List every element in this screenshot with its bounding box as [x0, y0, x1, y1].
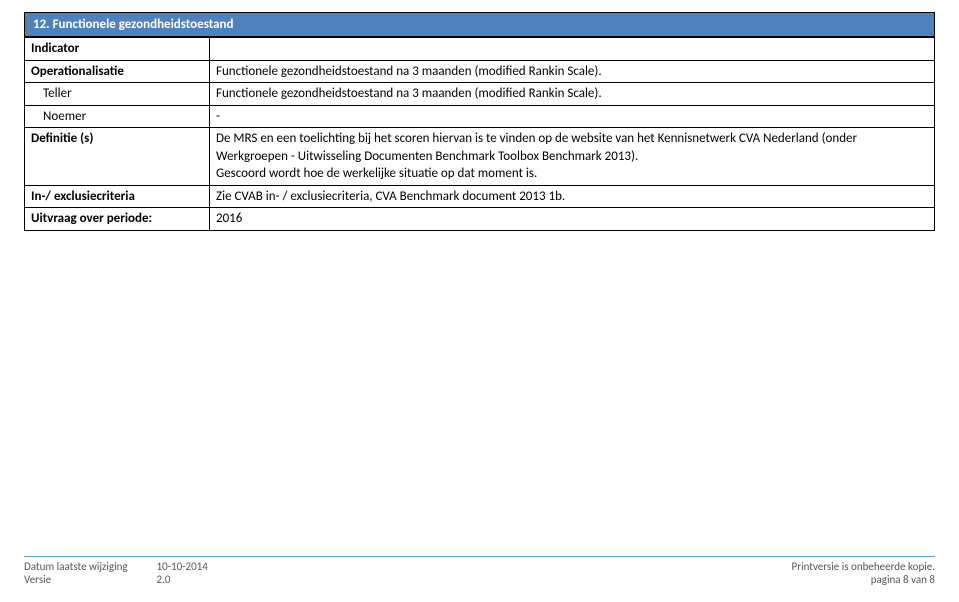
label-operationalisatie: Operationalisatie: [25, 60, 210, 83]
label-noemer: Noemer: [25, 105, 210, 128]
page-footer: Datum laatste wijziging 10-10-2014 Versi…: [24, 556, 935, 586]
footer-warning: Printversie is onbeheerde kopie.: [792, 560, 935, 573]
indicator-table: Indicator Operationalisatie Functionele …: [24, 37, 935, 231]
footer-version-value: 2.0: [157, 573, 171, 586]
footer-version-label: Versie: [24, 573, 154, 586]
value-operationalisatie: Functionele gezondheidstoestand na 3 maa…: [210, 60, 935, 83]
label-definitie: Definitie (s): [25, 128, 210, 186]
table-row: In-/ exclusiecriteria Zie CVAB in- / exc…: [25, 185, 935, 208]
value-indicator: [210, 38, 935, 61]
value-definitie: De MRS en een toelichting bij het scoren…: [210, 128, 935, 186]
value-teller: Functionele gezondheidstoestand na 3 maa…: [210, 83, 935, 106]
table-row: Uitvraag over periode: 2016: [25, 208, 935, 231]
table-row: Definitie (s) De MRS en een toelichting …: [25, 128, 935, 186]
label-inexcl: In-/ exclusiecriteria: [25, 185, 210, 208]
footer-date-value: 10-10-2014: [157, 560, 208, 573]
label-indicator: Indicator: [25, 38, 210, 61]
table-row: Teller Functionele gezondheidstoestand n…: [25, 83, 935, 106]
footer-date-label: Datum laatste wijziging: [24, 560, 154, 573]
value-uitvraag: 2016: [210, 208, 935, 231]
footer-page-number: pagina 8 van 8: [792, 573, 935, 586]
footer-date-row: Datum laatste wijziging 10-10-2014: [24, 560, 208, 573]
table-row: Indicator: [25, 38, 935, 61]
label-teller: Teller: [25, 83, 210, 106]
table-row: Operationalisatie Functionele gezondheid…: [25, 60, 935, 83]
table-row: Noemer -: [25, 105, 935, 128]
label-uitvraag: Uitvraag over periode:: [25, 208, 210, 231]
value-noemer: -: [210, 105, 935, 128]
section-title: 12. Functionele gezondheidstoestand: [24, 12, 935, 37]
value-inexcl: Zie CVAB in- / exclusiecriteria, CVA Ben…: [210, 185, 935, 208]
footer-version-row: Versie 2.0: [24, 573, 208, 586]
